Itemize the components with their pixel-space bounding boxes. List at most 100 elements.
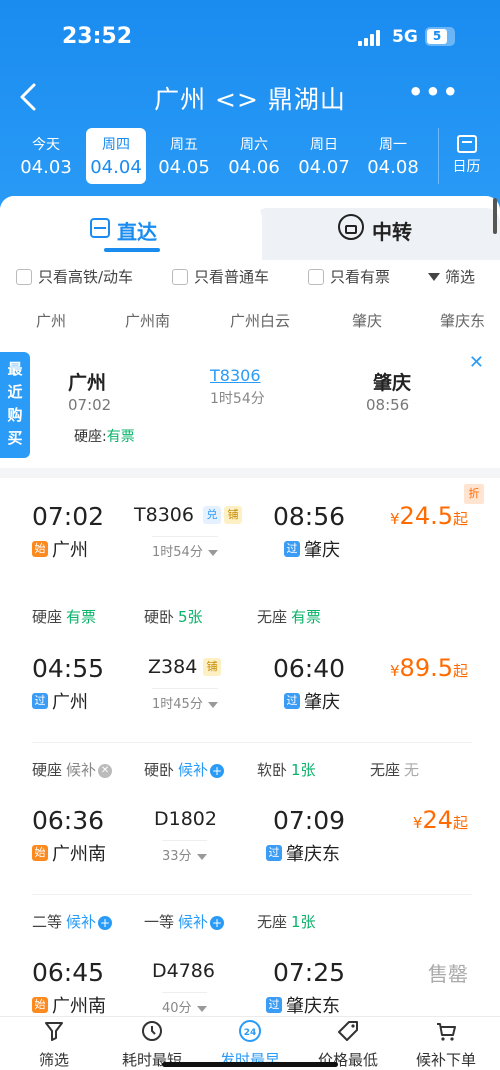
bus-icon [338,214,364,240]
train-row[interactable]: 06:36 D1802 07:09 33分 始广州南 过肇庆东 ¥24起 二等候… [0,794,500,944]
seat-status: 候补 [66,761,97,779]
status-bar: 23:52 5G 5 [0,22,500,52]
price-symbol: ¥ [390,662,400,680]
filter-tab[interactable]: 筛选 [4,1017,104,1070]
waitlist-order-tab[interactable]: 候补下单 [396,1017,496,1070]
departure-time: 04:55 [32,654,105,683]
seat-label: 硬座 [32,761,63,779]
date-item[interactable]: 周五 04.05 [154,128,214,184]
tab-transfer[interactable]: 中转 [252,208,500,260]
seat-item[interactable]: 二等 候补 + [32,911,113,932]
duration[interactable]: 40分 [162,992,207,1016]
from-station-name: 广州南 [52,996,106,1017]
seat-status: 候补 [178,761,209,779]
calendar-button[interactable]: 日历 [438,128,494,184]
from-station: 过广州 [32,688,88,714]
train-icon [90,218,110,238]
station-chip[interactable]: 肇庆 [352,310,382,331]
svg-text:24: 24 [244,1028,257,1038]
add-waitlist-icon[interactable]: + [210,915,225,930]
date-item[interactable]: 今天 04.03 [16,128,76,184]
duration[interactable]: 1时45分 [152,688,218,712]
more-icon[interactable]: ••• [408,78,460,106]
seat-item: 硬座 候补 ✕ [32,759,113,780]
add-waitlist-icon[interactable]: + [210,763,225,778]
price-suffix: 起 [452,510,468,528]
date-weekday: 周六 [240,137,268,153]
seat-status: 候补 [66,913,97,931]
date-item[interactable]: 周一 04.08 [363,128,423,184]
seat-item: 软卧 1张 [257,759,316,780]
pass-badge: 过 [266,997,282,1013]
price-suffix: 起 [452,814,468,832]
station-chip[interactable]: 广州南 [125,310,170,331]
price-symbol: ¥ [412,814,423,832]
to-station-name: 肇庆东 [286,844,340,865]
date-value: 04.05 [158,157,210,178]
tab-underline [104,248,160,252]
from-station: 始广州南 [32,992,106,1018]
price-symbol: ¥ [390,510,400,528]
date-weekday: 今天 [32,137,60,153]
tab-direct-label: 直达 [117,220,157,244]
to-station: 过肇庆 [284,536,340,562]
recent-tag-char: 近 [7,383,23,401]
price-value: 24 [422,806,453,834]
seat-label: 二等 [32,913,63,931]
price-tag-icon [338,1021,358,1041]
to-station-name: 肇庆 [304,692,340,713]
to-station: 过肇庆 [284,688,340,714]
close-icon[interactable]: ✕ [469,352,484,373]
header: 23:52 5G 5 广州 <> 鼎湖山 ••• 今天 04.03 周四 04.04… [0,0,500,220]
network-label: 5G [392,27,418,47]
price: ¥24.5起 [390,502,468,530]
seat-item: 无座 1张 [257,911,316,932]
train-row[interactable]: 07:02 T8306 兑 铺 08:56 1时54分 始广州 过肇庆 ¥24.… [0,484,500,640]
checkbox-box [308,268,324,285]
bottom-tab-label: 候补下单 [415,1051,476,1069]
filter-button[interactable]: 筛选 [428,266,475,287]
signal-icon [358,30,384,46]
seat-status: 候补 [178,913,209,931]
add-waitlist-icon[interactable]: + [98,915,113,930]
station-chip[interactable]: 广州白云 [230,310,290,331]
seat-label: 无座 [257,608,288,626]
date-item-selected[interactable]: 周四 04.04 [86,128,146,184]
recent-purchase-tag: 最 近 购 买 [0,352,30,458]
seat-status: 无 [404,761,420,779]
date-value: 04.03 [20,157,72,178]
price-value: 24.5 [399,502,453,530]
station-chip[interactable]: 肇庆东 [440,310,485,331]
available-only-checkbox[interactable]: 只看有票 [308,266,390,287]
divider [0,468,500,478]
recent-purchase-card[interactable]: 最 近 购 买 广州 07:02 T8306 1时54分 肇庆 08:56 硬座… [0,352,500,458]
arrival-time: 06:40 [273,654,346,683]
high-speed-checkbox[interactable]: 只看高铁/动车 [16,266,133,287]
calendar-icon [456,135,477,153]
tab-direct[interactable]: 直达 [0,196,262,260]
seat-item[interactable]: 硬卧 候补 + [144,759,225,780]
duration[interactable]: 33分 [162,840,207,864]
normal-train-checkbox[interactable]: 只看普通车 [172,266,269,287]
date-item[interactable]: 周六 04.06 [224,128,284,184]
arrival-time: 07:25 [273,958,346,987]
berth-flag: 铺 [224,506,242,524]
departure-time: 06:45 [32,958,105,987]
discount-badge: 折 [464,484,484,504]
seat-item[interactable]: 一等 候补 + [144,911,225,932]
train-row[interactable]: 04:55 Z384 铺 06:40 1时45分 过广州 过肇庆 ¥89.5起 … [0,642,500,792]
seat-status: 1张 [291,913,316,931]
date-value: 04.07 [298,157,350,178]
seat-row: 硬座 候补 ✕ 硬卧 候补 + 软卧 1张 无座无 [32,742,472,779]
train-number: T8306 [134,504,194,526]
seat-label: 一等 [144,913,175,931]
date-weekday: 周一 [379,137,407,153]
home-indicator [162,1062,338,1067]
duration[interactable]: 1时54分 [152,536,218,560]
seat-status: 有票 [106,429,135,445]
seat-row: 二等 候补 + 一等 候补 + 无座 1张 [32,894,472,931]
from-station: 始广州南 [32,840,106,866]
station-chip[interactable]: 广州 [36,310,66,331]
date-item[interactable]: 周日 04.07 [294,128,354,184]
scrollbar[interactable] [493,198,497,234]
